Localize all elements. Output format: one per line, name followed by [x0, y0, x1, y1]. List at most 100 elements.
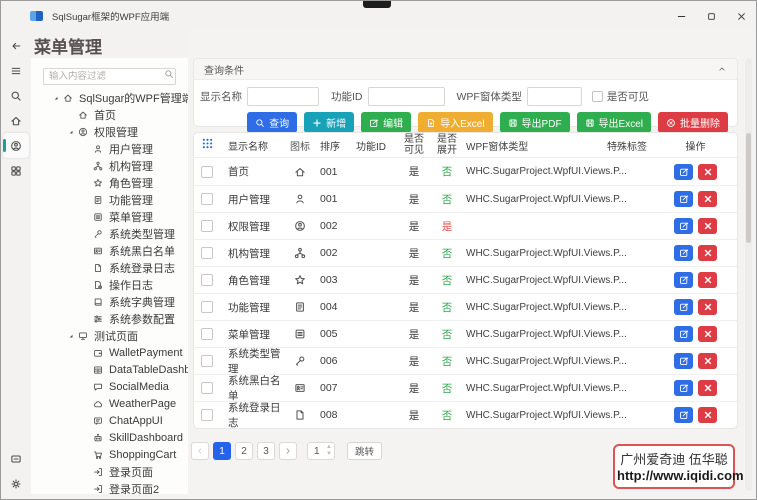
prev-page-button[interactable] [191, 442, 209, 460]
delete-row-button[interactable] [698, 326, 717, 342]
edit-row-button[interactable] [674, 407, 693, 423]
rail-item-home[interactable] [3, 108, 29, 133]
minimize-button[interactable] [666, 1, 696, 31]
rail-item-apps[interactable] [3, 158, 29, 183]
page-button-active[interactable]: 1 [213, 442, 231, 460]
xcircle-button[interactable]: 批量删除 [658, 112, 728, 133]
row-checkbox[interactable] [201, 166, 213, 178]
query-field-input[interactable] [527, 87, 582, 106]
close-button[interactable] [726, 1, 756, 31]
tree-item[interactable]: 登录页面 [31, 463, 188, 480]
edit-row-button[interactable] [674, 218, 693, 234]
edit-row-button[interactable] [674, 191, 693, 207]
rail-item-menu-toggle[interactable] [3, 58, 29, 83]
select-all-grid-icon[interactable] [201, 137, 214, 153]
tree-item[interactable]: 角色管理 [31, 174, 188, 191]
delete-row-button[interactable] [698, 380, 717, 396]
delete-row-button[interactable] [698, 164, 717, 180]
row-checkbox[interactable] [201, 355, 213, 367]
tree-item[interactable]: 系统类型管理 [31, 225, 188, 242]
row-checkbox[interactable] [201, 193, 213, 205]
collapse-chevron-icon[interactable] [717, 64, 727, 74]
tree-item[interactable]: 功能管理 [31, 191, 188, 208]
tree-item[interactable]: 操作日志 [31, 276, 188, 293]
page-button[interactable]: 2 [235, 442, 253, 460]
column-header: 图标 [286, 138, 314, 153]
maximize-button[interactable] [696, 1, 726, 31]
tree-item[interactable]: 机构管理 [31, 157, 188, 174]
tree-filter-input[interactable] [43, 68, 176, 85]
table-row: 系统黑白名单 007 是 否 WHC.SugarProject.WpfUI.Vi… [194, 374, 737, 401]
page-jump-input[interactable]: 1▲▼ [307, 442, 335, 460]
rail-item-feedback[interactable] [3, 446, 29, 471]
tree-item[interactable]: 首页 [31, 106, 188, 123]
cell-expand: 否 [430, 192, 464, 207]
scrollbar-thumb[interactable] [746, 133, 751, 243]
query-panel-header[interactable]: 查询条件 [194, 59, 737, 80]
chevleft-icon [195, 446, 205, 456]
tree-item[interactable]: 菜单管理 [31, 208, 188, 225]
query-field-input[interactable] [247, 87, 319, 106]
vertical-scrollbar[interactable] [745, 58, 752, 491]
plus-button[interactable]: 新增 [304, 112, 354, 133]
edit-row-button[interactable] [674, 326, 693, 342]
edit-row-button[interactable] [674, 380, 693, 396]
visible-checkbox[interactable] [592, 91, 603, 102]
rail-item-back[interactable] [3, 33, 29, 58]
row-checkbox[interactable] [201, 328, 213, 340]
tree-item[interactable]: 系统登录日志 [31, 259, 188, 276]
jump-button[interactable]: 跳转 [347, 442, 382, 460]
tree-item[interactable]: 用户管理 [31, 140, 188, 157]
tree-item[interactable]: SocialMedia [31, 378, 188, 395]
tree-item[interactable]: 系统黑白名单 [31, 242, 188, 259]
tree-item[interactable]: 测试页面 [31, 327, 188, 344]
data-table: 显示名称图标排序功能ID是否可见是否展开WPF窗体类型特殊标签操作 首页 001… [193, 132, 738, 429]
account-icon [78, 127, 88, 137]
row-checkbox[interactable] [201, 274, 213, 286]
tree-item[interactable]: 登录页面2 [31, 480, 188, 494]
delete-row-button[interactable] [698, 191, 717, 207]
edit-row-button[interactable] [674, 272, 693, 288]
column-header: 特殊标签 [602, 138, 652, 153]
row-checkbox[interactable] [201, 382, 213, 394]
table-row: 首页 001 是 否 WHC.SugarProject.WpfUI.Views.… [194, 158, 737, 185]
page-button[interactable]: 3 [257, 442, 275, 460]
tree-item[interactable]: DataTableDashboa [31, 361, 188, 378]
delete-row-button[interactable] [698, 218, 717, 234]
edit-row-button[interactable] [674, 299, 693, 315]
save-button[interactable]: 导出PDF [500, 112, 570, 133]
stepper-icon[interactable]: ▲▼ [326, 444, 332, 458]
delete-row-button[interactable] [698, 407, 717, 423]
query-field-input[interactable] [368, 87, 445, 106]
rail-item-account[interactable] [3, 133, 29, 158]
pencil-button[interactable]: 编辑 [361, 112, 411, 133]
tree-item[interactable]: SqlSugar的WPF管理端 [31, 89, 188, 106]
tree-item[interactable]: 权限管理 [31, 123, 188, 140]
tree-item[interactable]: ShoppingCart [31, 446, 188, 463]
row-checkbox[interactable] [201, 247, 213, 259]
row-checkbox[interactable] [201, 409, 213, 421]
fileup-button[interactable]: 导入Excel [418, 112, 492, 133]
tree-item-label: 测试页面 [94, 328, 138, 344]
edit-row-button[interactable] [674, 245, 693, 261]
delete-row-button[interactable] [698, 245, 717, 261]
delete-row-button[interactable] [698, 272, 717, 288]
tree-item[interactable]: SkillDashboard [31, 429, 188, 446]
tree-item[interactable]: WeatherPage [31, 395, 188, 412]
row-checkbox[interactable] [201, 301, 213, 313]
tree-item[interactable]: 系统字典管理 [31, 293, 188, 310]
tree-item[interactable]: WalletPayment [31, 344, 188, 361]
tree-item[interactable]: ChatAppUI [31, 412, 188, 429]
next-page-button[interactable] [279, 442, 297, 460]
delete-row-button[interactable] [698, 353, 717, 369]
row-checkbox[interactable] [201, 220, 213, 232]
save-button[interactable]: 导出Excel [577, 112, 651, 133]
rail-item-settings[interactable] [3, 471, 29, 496]
edit-row-button[interactable] [674, 164, 693, 180]
edit-row-button[interactable] [674, 353, 693, 369]
tree-item[interactable]: 系统参数配置 [31, 310, 188, 327]
delete-row-button[interactable] [698, 299, 717, 315]
search-button[interactable]: 查询 [247, 112, 297, 133]
cell-sort: 002 [314, 247, 350, 259]
rail-item-search[interactable] [3, 83, 29, 108]
